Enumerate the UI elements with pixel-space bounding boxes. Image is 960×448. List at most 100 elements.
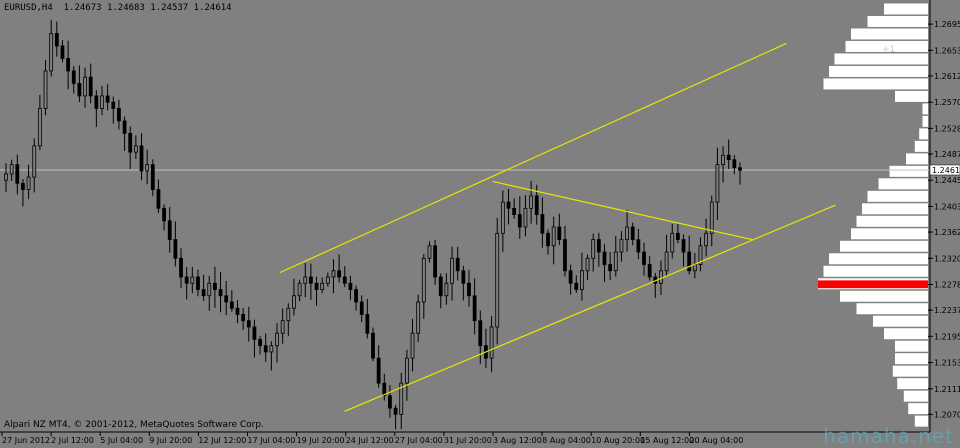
candle-body [613, 251, 618, 272]
price-tick-label: 1.21950 [934, 332, 960, 341]
candle-body [196, 276, 200, 290]
profile-bar [873, 315, 928, 327]
symbol-info: EURUSD,H4 1.24673 1.24683 1.24537 1.2461… [4, 3, 232, 13]
profile-peak-bar [818, 282, 928, 285]
candle-body [128, 132, 133, 153]
candle-body [94, 95, 99, 109]
profile-bar [922, 103, 928, 115]
profile-bar [867, 15, 928, 27]
candle-body [630, 226, 635, 240]
candle-body [342, 276, 347, 284]
candle-body [303, 276, 308, 284]
candle-body [173, 239, 178, 259]
profile-bar [856, 215, 928, 227]
profile-bar [884, 3, 928, 15]
candle-body [551, 226, 556, 247]
candle-body [444, 282, 449, 297]
profile-bar [867, 190, 928, 202]
price-tick-label: 1.24450 [934, 176, 960, 185]
candle-body [292, 295, 296, 309]
candle-body [455, 257, 460, 272]
candle-body [500, 201, 505, 234]
time-tick-label: 15 Aug 12:00 [640, 436, 694, 445]
profile-bar [897, 378, 928, 390]
candle-body [647, 264, 652, 278]
candle-body [105, 95, 110, 103]
candle-body [162, 207, 166, 222]
candle-body [664, 251, 669, 272]
candle-body [145, 164, 150, 172]
candle-body [687, 251, 692, 272]
candle-body [461, 270, 466, 284]
candle-body [150, 164, 155, 190]
candle-body [619, 239, 624, 253]
profile-bar [892, 365, 928, 377]
profile-bar [862, 203, 928, 215]
candle-body [297, 282, 302, 297]
candle-body [738, 167, 742, 171]
candle-body [427, 245, 432, 259]
candle-body [218, 289, 223, 297]
candle-body [4, 173, 8, 181]
last-price-label: 1.24614 [932, 166, 960, 175]
candle-body [32, 145, 37, 178]
time-tick-label: 31 Jul 20:00 [444, 436, 492, 445]
candle-body [433, 245, 438, 278]
candle-body [591, 239, 596, 259]
candle-body [263, 345, 268, 353]
candle-body [235, 307, 240, 315]
price-tick-label: 1.26120 [934, 72, 960, 81]
candle-body [534, 195, 539, 215]
candle-body [404, 357, 409, 384]
candle-body [365, 314, 370, 334]
candle-body [659, 270, 663, 284]
candle-body [563, 239, 567, 272]
profile-peak-bar [818, 284, 928, 287]
price-tick-label: 1.23620 [934, 228, 960, 237]
candle-body [207, 282, 212, 297]
candle-body [354, 289, 358, 303]
candle-body [122, 120, 127, 134]
candle-body [43, 70, 48, 109]
candle-body [636, 239, 641, 253]
candle-body [88, 76, 93, 97]
profile-bar [856, 303, 928, 315]
price-tick-label: 1.22780 [934, 281, 960, 290]
candle-body [568, 270, 573, 284]
candle-body [574, 282, 579, 290]
profile-bar [919, 128, 928, 140]
time-tick-label: 10 Aug 20:00 [591, 436, 645, 445]
candle-body [241, 314, 246, 322]
candle-body [596, 239, 601, 253]
candle-body [252, 326, 257, 340]
candle-body [275, 332, 279, 347]
candle-body [308, 276, 313, 284]
candle-body [732, 159, 737, 169]
candle-body [546, 232, 550, 247]
candle-body [156, 189, 161, 209]
candle-body [190, 276, 195, 284]
candle-body [213, 282, 217, 290]
candle-body [77, 83, 82, 97]
candle-body [608, 264, 613, 272]
candle-body [320, 282, 325, 290]
profile-bar [908, 403, 928, 415]
candle-body [517, 214, 522, 228]
candle-body [246, 320, 251, 328]
candle-body [9, 164, 14, 175]
candle-body [540, 214, 545, 234]
profile-bar [914, 140, 928, 152]
candle-body [139, 145, 144, 172]
candle-body [709, 201, 714, 234]
price-chart[interactable]: 1.26950 1.26530 1.26120 1.25700 1.25280 1.248… [0, 0, 960, 446]
candle-body [416, 301, 421, 334]
profile-peak-bar [818, 280, 928, 283]
candle-body [371, 332, 375, 359]
candle-body [580, 270, 584, 290]
candle-body [467, 282, 471, 297]
candle-body [286, 307, 291, 322]
candle-body [721, 154, 725, 166]
profile-bar [903, 390, 928, 402]
candle-body [258, 339, 262, 347]
copyright-text: Alpari NZ MT4, © 2001-2012, MetaQuotes S… [4, 420, 264, 430]
